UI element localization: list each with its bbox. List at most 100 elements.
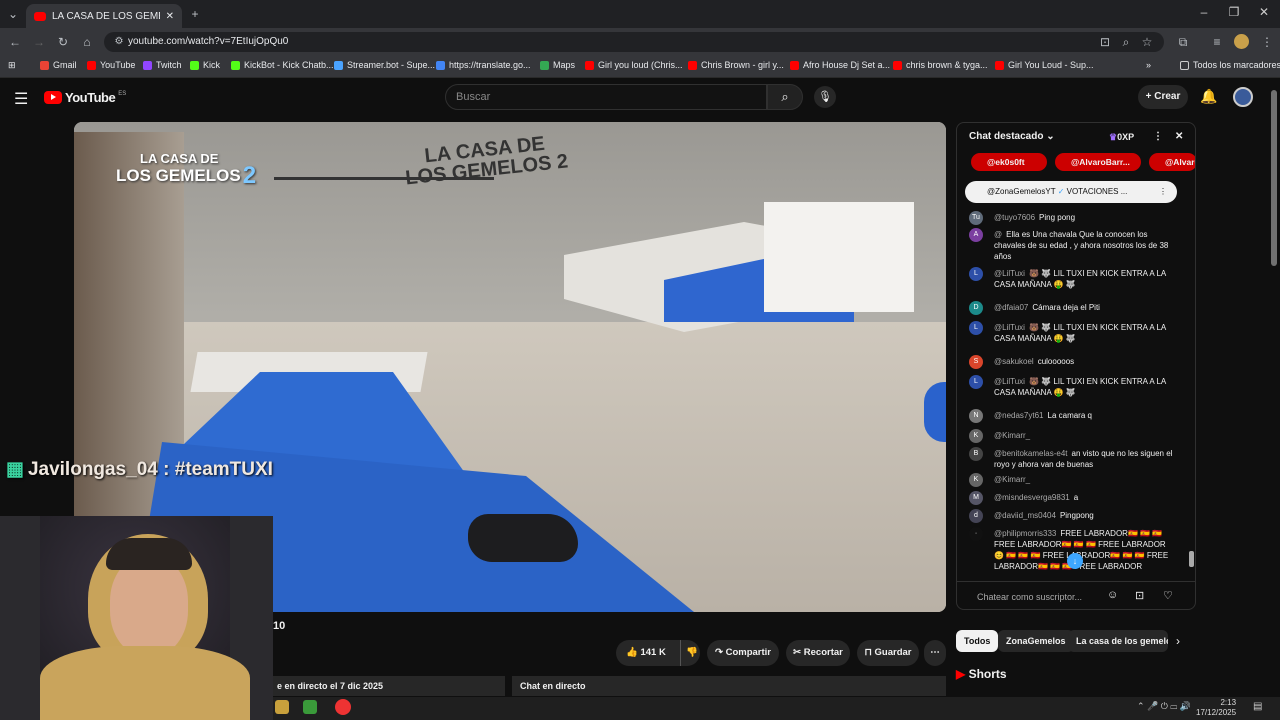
tab-la-casa[interactable]: La casa de los gemelo bbox=[1068, 630, 1168, 652]
avatar: L bbox=[969, 321, 983, 335]
chat-mode-dropdown[interactable]: Chat destacado ⌄ bbox=[969, 131, 1055, 142]
more-actions-icon[interactable]: ⋯ bbox=[924, 640, 946, 666]
notification-icon[interactable]: ▤ bbox=[1253, 701, 1262, 712]
page-scrollbar[interactable] bbox=[1271, 90, 1277, 266]
browser-tab[interactable]: LA CASA DE LOS GEMELOS #2 ✕ bbox=[26, 4, 182, 28]
chat-scrollbar[interactable] bbox=[1189, 551, 1194, 567]
show-watermark: LA CASA DE LOS GEMELOS 2 bbox=[116, 151, 257, 189]
verified-icon: ✓ bbox=[1057, 187, 1065, 196]
tab-search-icon[interactable]: ⌄ bbox=[4, 5, 22, 23]
bookmarks-overflow-icon[interactable]: » bbox=[1146, 60, 1151, 70]
xp-badge[interactable]: ♛0XP bbox=[1109, 123, 1134, 151]
avatar: S bbox=[969, 355, 983, 369]
taskbar-app-icon[interactable] bbox=[303, 700, 317, 714]
donor-chip[interactable]: @ek0s0ft bbox=[971, 153, 1047, 171]
clothes-rack bbox=[274, 177, 494, 237]
bookmark-chris-brown[interactable]: Chris Brown - girl y... bbox=[688, 60, 784, 70]
save-button[interactable]: ⊓ Guardar bbox=[857, 640, 919, 666]
home-icon[interactable]: ⌂ bbox=[78, 33, 96, 51]
message-author: @Kimarr_ bbox=[994, 475, 1031, 484]
chat-more-icon[interactable]: ⋮ bbox=[1153, 123, 1163, 151]
youtube-logo[interactable]: YouTube ES bbox=[44, 90, 126, 105]
chat-close-icon[interactable]: ✕ bbox=[1175, 123, 1183, 151]
heart-icon[interactable]: ♡ bbox=[1163, 589, 1173, 602]
bookmark-kickbot[interactable]: KickBot - Kick Chatb... bbox=[231, 60, 334, 70]
zoom-icon[interactable]: ⌕ bbox=[1117, 33, 1135, 51]
shorts-heading: ▶ Shorts bbox=[956, 667, 1007, 681]
reload-icon[interactable]: ↻ bbox=[54, 33, 72, 51]
avatar: D bbox=[969, 301, 983, 315]
reading-list-icon[interactable]: ≡ bbox=[1208, 33, 1226, 51]
message-author: @LilTuxi bbox=[994, 269, 1025, 278]
message-text: a bbox=[1073, 493, 1079, 502]
create-button[interactable]: + Crear bbox=[1138, 85, 1188, 109]
bookmark-maps[interactable]: Maps bbox=[540, 60, 575, 70]
install-icon[interactable]: ⊡ bbox=[1096, 33, 1114, 51]
avatar: M bbox=[969, 491, 983, 505]
donor-chip[interactable]: @AlvaroBarr... bbox=[1055, 153, 1141, 171]
star-icon[interactable]: ☆ bbox=[1138, 33, 1156, 51]
donor-chip[interactable]: @Alvaro bbox=[1149, 153, 1195, 171]
avatar: L bbox=[969, 267, 983, 281]
bookmark-translate[interactable]: https://translate.go... bbox=[436, 60, 531, 70]
tab-todos[interactable]: Todos bbox=[956, 630, 999, 652]
like-button[interactable]: 👍 141 K 👎 bbox=[616, 640, 700, 666]
avatar: B bbox=[969, 447, 983, 461]
message-author: @misndesverga9831 bbox=[994, 493, 1070, 502]
profile-avatar[interactable] bbox=[1234, 34, 1249, 49]
chat-messages[interactable]: Tu @tuyo7606 Ping pong A @ Ella es Una chaval… bbox=[957, 211, 1189, 575]
new-tab-button[interactable]: + bbox=[186, 5, 204, 23]
search-button[interactable]: ⌕ bbox=[767, 84, 803, 110]
url-field[interactable]: youtube.com/watch?v=7EtIujOpQu0 bbox=[104, 32, 1164, 52]
bookmark-chris-brown-tyga[interactable]: chris brown & tyga... bbox=[893, 60, 988, 70]
notifications-icon[interactable]: 🔔 bbox=[1200, 88, 1217, 105]
extensions-icon[interactable]: ⧉ bbox=[1174, 33, 1192, 51]
scroll-to-bottom-icon[interactable]: ↓ bbox=[1067, 553, 1083, 569]
pinned-more-icon[interactable]: ⋮ bbox=[1159, 181, 1167, 203]
taskbar-clock[interactable]: 2:13 17/12/2025 bbox=[1196, 698, 1236, 718]
os-taskbar: ⌃ 🎤 ⏻ ▭ 🔊 ▤ bbox=[273, 697, 1280, 720]
bookmark-gmail[interactable]: Gmail bbox=[40, 60, 77, 70]
share-button[interactable]: ↷ Compartir bbox=[707, 640, 779, 666]
voice-search-icon[interactable]: 🎙 bbox=[814, 86, 836, 108]
all-bookmarks[interactable]: Todos los marcadores bbox=[1180, 60, 1280, 70]
chat-input[interactable]: Chatear como suscriptor... bbox=[957, 581, 1195, 609]
chevron-down-icon: ⌄ bbox=[1046, 131, 1055, 142]
emoji-icon[interactable]: ☺ bbox=[1107, 589, 1118, 601]
apps-icon[interactable]: ⊞ bbox=[8, 60, 16, 71]
bookmark-girl-you-loud-sup[interactable]: Girl You Loud - Sup... bbox=[995, 60, 1094, 70]
youtube-icon bbox=[893, 60, 902, 70]
tabs-next-icon[interactable]: › bbox=[1176, 634, 1180, 648]
account-avatar[interactable] bbox=[1233, 87, 1253, 107]
thumb-down-icon[interactable]: 👎 bbox=[680, 640, 698, 666]
bookmark-streamerbot[interactable]: Streamer.bot - Supe... bbox=[334, 60, 435, 70]
back-icon[interactable]: ← bbox=[6, 33, 24, 51]
site-info-icon[interactable]: ⚙ bbox=[110, 33, 128, 51]
forward-icon[interactable]: → bbox=[30, 33, 48, 51]
minimize-icon[interactable]: – bbox=[1194, 5, 1214, 23]
description-snippet[interactable]: e en directo el 7 dic 2025 bbox=[273, 676, 505, 696]
bookmark-girl-you-loud[interactable]: Girl you loud (Chris... bbox=[585, 60, 683, 70]
tray-icons[interactable]: ⌃ 🎤 ⏻ ▭ 🔊 bbox=[1137, 701, 1191, 712]
menu-icon[interactable]: ⋮ bbox=[1258, 33, 1276, 51]
close-window-icon[interactable]: ✕ bbox=[1254, 5, 1274, 23]
pinned-message[interactable]: @ZonaGemelosYT ✓ VOTACIONES ... ⋮ bbox=[965, 181, 1177, 203]
bookmark-afro-house[interactable]: Afro House Dj Set a... bbox=[790, 60, 890, 70]
chat-replay-label[interactable]: Chat en directo bbox=[512, 676, 946, 696]
bookmark-youtube[interactable]: YouTube bbox=[87, 60, 135, 70]
taskbar-app-icon[interactable] bbox=[275, 700, 289, 714]
hair bbox=[106, 538, 192, 570]
maximize-icon[interactable]: ❐ bbox=[1224, 5, 1244, 23]
gmail-icon bbox=[40, 60, 49, 70]
taskbar-chrome-icon[interactable] bbox=[335, 699, 351, 715]
super-chat-icon[interactable]: ⊡ bbox=[1135, 589, 1144, 602]
hamburger-menu-icon[interactable]: ☰ bbox=[14, 89, 28, 109]
clip-button[interactable]: ✂ Recortar bbox=[786, 640, 850, 666]
search-icon: ⌕ bbox=[781, 89, 789, 104]
bookmark-twitch[interactable]: Twitch bbox=[143, 60, 182, 70]
search-input[interactable]: Buscar bbox=[445, 84, 767, 110]
message-text: La camara q bbox=[1047, 411, 1092, 420]
close-tab-icon[interactable]: ✕ bbox=[166, 11, 174, 22]
tab-zonagemelos[interactable]: ZonaGemelos bbox=[998, 630, 1074, 652]
bookmark-kick[interactable]: Kick bbox=[190, 60, 220, 70]
